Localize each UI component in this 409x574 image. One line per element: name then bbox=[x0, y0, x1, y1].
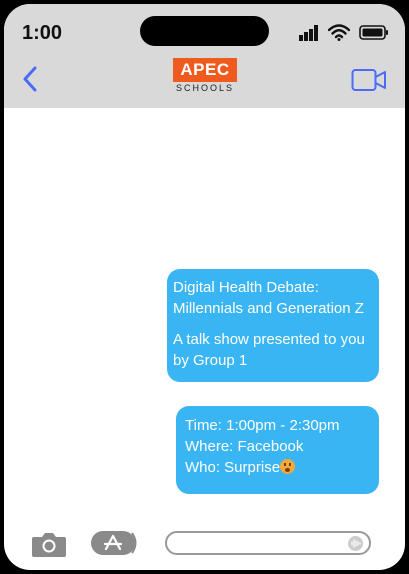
chevron-left-icon bbox=[23, 66, 37, 92]
message-bubble: Time: 1:00pm - 2:30pm Where: Facebook Wh… bbox=[176, 406, 379, 494]
message-text: Who: Surprise bbox=[185, 459, 281, 476]
message-text: Time: 1:00pm - 2:30pm bbox=[185, 417, 340, 434]
compose-bar bbox=[4, 516, 405, 570]
back-button[interactable] bbox=[22, 66, 38, 97]
message-text: Digital Health Debate: Millennials and G… bbox=[173, 279, 364, 317]
microphone-icon[interactable] bbox=[348, 536, 363, 551]
phone-screen: 1:00 APEC SCHOOLS Digital Health Debate:… bbox=[4, 4, 405, 570]
top-bar: 1:00 APEC SCHOOLS bbox=[4, 4, 405, 108]
status-time: 1:00 bbox=[22, 22, 63, 44]
message-text: Where: Facebook bbox=[185, 438, 304, 455]
apec-schools-logo: APEC SCHOOLS bbox=[173, 58, 237, 95]
dynamic-island bbox=[140, 16, 269, 46]
camera-icon bbox=[32, 533, 66, 557]
app-store-icon bbox=[91, 531, 137, 555]
astonished-face-emoji-icon bbox=[280, 459, 296, 474]
message-text: A talk show presented to you by Group 1 bbox=[173, 331, 365, 369]
message-input[interactable] bbox=[165, 531, 371, 555]
message-bubble: Digital Health Debate: Millennials and G… bbox=[167, 269, 379, 382]
video-camera-icon bbox=[351, 69, 386, 91]
battery-icon bbox=[359, 25, 388, 40]
logo-bottom-text: SCHOOLS bbox=[175, 83, 234, 93]
message-line: Who: Surprise bbox=[185, 457, 373, 478]
wifi-icon bbox=[328, 24, 350, 41]
logo-top-text: APEC bbox=[173, 58, 237, 82]
camera-button[interactable] bbox=[31, 530, 67, 563]
status-icons bbox=[299, 24, 389, 41]
signal-icon bbox=[299, 24, 318, 41]
video-call-button[interactable] bbox=[351, 68, 387, 97]
app-store-button[interactable] bbox=[90, 530, 140, 561]
